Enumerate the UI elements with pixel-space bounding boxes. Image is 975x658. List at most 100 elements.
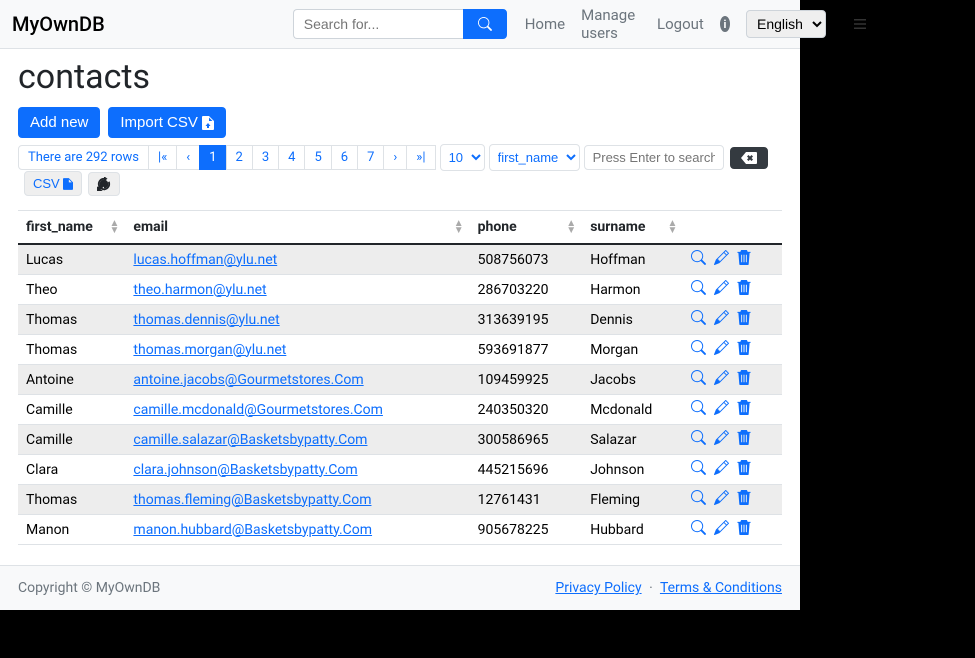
email-link[interactable]: camille.mcdonald@Gourmetstores.Com	[133, 402, 383, 418]
edit-icon	[714, 310, 729, 325]
sort-icon: ▲▼	[668, 220, 678, 234]
sort-field-select[interactable]: first_name	[489, 144, 580, 171]
edit-button[interactable]	[714, 400, 729, 415]
edit-button[interactable]	[714, 490, 729, 505]
delete-button[interactable]	[737, 370, 751, 385]
search-icon	[478, 17, 492, 31]
refresh-button[interactable]	[88, 172, 120, 196]
view-button[interactable]	[691, 430, 706, 445]
view-button[interactable]	[691, 250, 706, 265]
add-new-button[interactable]: Add new	[18, 107, 100, 138]
email-link[interactable]: lucas.hoffman@ylu.net	[133, 252, 277, 268]
email-link[interactable]: clara.johnson@Basketsbypatty.Com	[133, 462, 357, 478]
terms-link[interactable]: Terms & Conditions	[660, 580, 782, 596]
language-select[interactable]: English	[746, 10, 826, 38]
global-search	[293, 9, 507, 39]
edit-button[interactable]	[714, 430, 729, 445]
edit-button[interactable]	[714, 250, 729, 265]
trash-icon	[737, 490, 751, 505]
edit-button[interactable]	[714, 520, 729, 535]
view-button[interactable]	[691, 310, 706, 325]
cell-first-name: Theo	[18, 275, 125, 305]
view-button[interactable]	[691, 490, 706, 505]
nav-home[interactable]: Home	[525, 15, 565, 33]
email-link[interactable]: thomas.fleming@Basketsbypatty.Com	[133, 492, 371, 508]
edit-button[interactable]	[714, 370, 729, 385]
page-7[interactable]: 7	[357, 145, 384, 170]
search-icon	[691, 310, 706, 325]
hamburger-icon[interactable]	[848, 12, 872, 36]
delete-button[interactable]	[737, 520, 751, 535]
table-search-input[interactable]	[584, 145, 724, 170]
page-5[interactable]: 5	[304, 145, 331, 170]
info-icon[interactable]: i	[720, 16, 730, 32]
page-3[interactable]: 3	[252, 145, 279, 170]
table-row: Manonmanon.hubbard@Basketsbypatty.Com905…	[18, 515, 782, 545]
import-csv-button[interactable]: Import CSV	[108, 107, 226, 138]
delete-button[interactable]	[737, 280, 751, 295]
pagination-bar: There are 292 rows |« ‹ 1 2 3 4 5 6 7 › …	[18, 144, 782, 196]
export-csv-button[interactable]: CSV	[24, 171, 82, 196]
delete-button[interactable]	[737, 490, 751, 505]
page-prev[interactable]: ‹	[176, 145, 200, 170]
col-surname[interactable]: surname▲▼	[582, 211, 683, 245]
edit-button[interactable]	[714, 460, 729, 475]
privacy-link[interactable]: Privacy Policy	[555, 580, 641, 596]
delete-button[interactable]	[737, 250, 751, 265]
cell-surname: Johnson	[582, 455, 683, 485]
nav-links: Home Manage users Logout i English	[525, 6, 872, 42]
table-row: Thomasthomas.dennis@ylu.net313639195Denn…	[18, 305, 782, 335]
page-1[interactable]: 1	[199, 145, 226, 170]
table-row: Theotheo.harmon@ylu.net286703220Harmon	[18, 275, 782, 305]
cell-surname: Morgan	[582, 335, 683, 365]
email-link[interactable]: thomas.dennis@ylu.net	[133, 312, 279, 328]
cell-surname: Hoffman	[582, 244, 683, 275]
delete-button[interactable]	[737, 340, 751, 355]
view-button[interactable]	[691, 370, 706, 385]
edit-button[interactable]	[714, 280, 729, 295]
delete-button[interactable]	[737, 400, 751, 415]
col-phone[interactable]: phone▲▼	[470, 211, 583, 245]
col-email[interactable]: email▲▼	[125, 211, 469, 245]
file-icon	[63, 178, 73, 190]
cell-surname: Salazar	[582, 425, 683, 455]
view-button[interactable]	[691, 400, 706, 415]
page-2[interactable]: 2	[226, 145, 253, 170]
search-icon	[691, 460, 706, 475]
view-button[interactable]	[691, 520, 706, 535]
page-next[interactable]: ›	[383, 145, 407, 170]
edit-icon	[714, 250, 729, 265]
page-first[interactable]: |«	[148, 145, 177, 170]
table-row: Antoineantoine.jacobs@Gourmetstores.Com1…	[18, 365, 782, 395]
delete-button[interactable]	[737, 460, 751, 475]
col-first-name[interactable]: first_name▲▼	[18, 211, 125, 245]
view-button[interactable]	[691, 340, 706, 355]
trash-icon	[737, 310, 751, 325]
cell-phone: 445215696	[470, 455, 583, 485]
edit-button[interactable]	[714, 310, 729, 325]
trash-icon	[737, 400, 751, 415]
nav-logout[interactable]: Logout	[657, 15, 704, 33]
nav-manage-users[interactable]: Manage users	[581, 6, 641, 42]
page-last[interactable]: »|	[406, 145, 435, 170]
email-link[interactable]: theo.harmon@ylu.net	[133, 282, 266, 298]
page-size-select[interactable]: 10	[440, 144, 485, 171]
page-6[interactable]: 6	[331, 145, 358, 170]
clear-search-button[interactable]	[730, 147, 768, 169]
edit-icon	[714, 430, 729, 445]
search-input[interactable]	[293, 9, 463, 39]
col-actions	[683, 211, 782, 245]
edit-button[interactable]	[714, 340, 729, 355]
email-link[interactable]: manon.hubbard@Basketsbypatty.Com	[133, 522, 372, 538]
search-button[interactable]	[463, 9, 507, 39]
table-row: Thomasthomas.morgan@ylu.net593691877Morg…	[18, 335, 782, 365]
view-button[interactable]	[691, 280, 706, 295]
email-link[interactable]: antoine.jacobs@Gourmetstores.Com	[133, 372, 363, 388]
page-4[interactable]: 4	[278, 145, 305, 170]
email-link[interactable]: thomas.morgan@ylu.net	[133, 342, 286, 358]
email-link[interactable]: camille.salazar@Basketsbypatty.Com	[133, 432, 367, 448]
view-button[interactable]	[691, 460, 706, 475]
edit-icon	[714, 400, 729, 415]
delete-button[interactable]	[737, 310, 751, 325]
delete-button[interactable]	[737, 430, 751, 445]
